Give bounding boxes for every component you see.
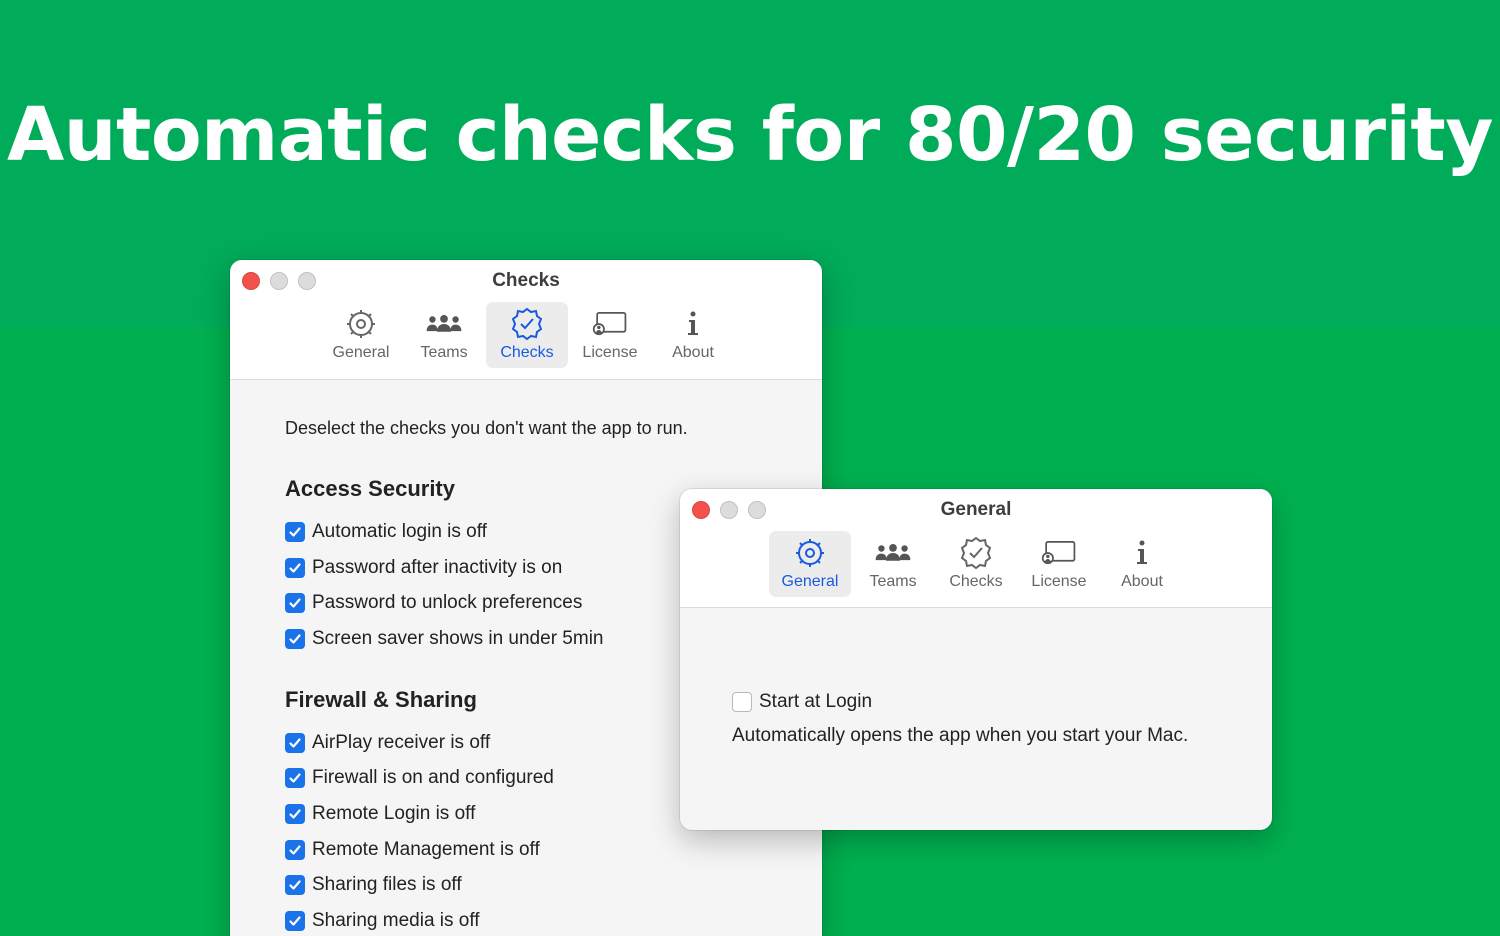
- people-icon: [426, 306, 462, 342]
- tab-general[interactable]: General: [320, 302, 402, 368]
- tab-label: About: [1121, 573, 1163, 590]
- start-at-login-label: Start at Login: [759, 691, 873, 712]
- info-icon: [1124, 535, 1160, 571]
- tab-about[interactable]: About: [1101, 531, 1183, 597]
- tab-label: License: [582, 344, 638, 361]
- start-at-login-description: Automatically opens the app when you sta…: [732, 725, 1189, 746]
- checkbox-checked[interactable]: [285, 593, 305, 613]
- check-row[interactable]: Remote Login is off: [285, 802, 475, 826]
- info-icon: [675, 306, 711, 342]
- check-row[interactable]: Remote Management is off: [285, 838, 540, 862]
- tab-label: Teams: [420, 344, 468, 361]
- general-window: General General Teams Checks License Abo…: [680, 489, 1272, 830]
- check-row[interactable]: Firewall is on and configured: [285, 766, 554, 790]
- checks-titlebar: Checks General Teams Checks License Abou…: [230, 260, 822, 380]
- check-label: Sharing files is off: [312, 874, 462, 895]
- tab-label: General: [781, 573, 839, 590]
- section-title-firewall-sharing: Firewall & Sharing: [285, 687, 477, 712]
- badge-check-icon: [958, 535, 994, 571]
- tab-checks[interactable]: Checks: [486, 302, 568, 368]
- tab-label: Checks: [949, 573, 1003, 590]
- preferences-toolbar: General Teams Checks License About: [320, 302, 735, 368]
- intro-text: Deselect the checks you don't want the a…: [285, 418, 688, 438]
- tab-about[interactable]: About: [652, 302, 734, 368]
- general-titlebar: General General Teams Checks License Abo…: [680, 489, 1272, 608]
- tab-teams[interactable]: Teams: [852, 531, 934, 597]
- start-at-login-row[interactable]: Start at Login: [732, 691, 872, 713]
- license-icon: [1041, 535, 1077, 571]
- tab-general[interactable]: General: [769, 531, 851, 597]
- window-title: Checks: [492, 270, 560, 291]
- check-row[interactable]: AirPlay receiver is off: [285, 731, 490, 755]
- checkbox-checked[interactable]: [285, 875, 305, 895]
- tab-label: About: [672, 344, 714, 361]
- checkbox-checked[interactable]: [285, 840, 305, 860]
- tab-label: General: [332, 344, 390, 361]
- tab-license[interactable]: License: [1018, 531, 1100, 597]
- check-label: Remote Management is off: [312, 839, 540, 860]
- checkbox-checked[interactable]: [285, 804, 305, 824]
- check-label: Password to unlock preferences: [312, 592, 583, 613]
- tab-checks[interactable]: Checks: [935, 531, 1017, 597]
- tab-label: Checks: [500, 344, 554, 361]
- check-row[interactable]: Screen saver shows in under 5min: [285, 627, 603, 651]
- check-row[interactable]: Password to unlock preferences: [285, 591, 582, 615]
- check-label: Password after inactivity is on: [312, 557, 563, 578]
- check-label: Firewall is on and configured: [312, 767, 554, 788]
- tab-teams[interactable]: Teams: [403, 302, 485, 368]
- checkbox-checked[interactable]: [285, 558, 305, 578]
- headline: Automatic checks for 80/20 security: [7, 92, 1494, 178]
- check-label: Remote Login is off: [312, 803, 476, 824]
- check-label: Screen saver shows in under 5min: [312, 628, 604, 649]
- tab-license[interactable]: License: [569, 302, 651, 368]
- checkbox-checked[interactable]: [285, 629, 305, 649]
- checkbox-checked[interactable]: [285, 733, 305, 753]
- people-icon: [875, 535, 911, 571]
- license-icon: [592, 306, 628, 342]
- gear-icon: [792, 535, 828, 571]
- tab-label: License: [1031, 573, 1087, 590]
- start-at-login-checkbox[interactable]: [732, 692, 752, 712]
- badge-check-icon: [509, 306, 545, 342]
- preferences-toolbar: General Teams Checks License About: [769, 531, 1184, 597]
- check-row[interactable]: Sharing media is off: [285, 909, 480, 933]
- check-label: AirPlay receiver is off: [312, 732, 491, 753]
- checkbox-checked[interactable]: [285, 522, 305, 542]
- check-label: Automatic login is off: [312, 521, 487, 542]
- window-title: General: [940, 499, 1012, 520]
- check-label: Sharing media is off: [312, 910, 480, 931]
- check-row[interactable]: Automatic login is off: [285, 520, 487, 544]
- gear-icon: [343, 306, 379, 342]
- check-row[interactable]: Password after inactivity is on: [285, 556, 562, 580]
- checkbox-checked[interactable]: [285, 768, 305, 788]
- tab-label: Teams: [869, 573, 917, 590]
- checkbox-checked[interactable]: [285, 911, 305, 931]
- section-title-access-security: Access Security: [285, 476, 455, 501]
- check-row[interactable]: Sharing files is off: [285, 873, 462, 897]
